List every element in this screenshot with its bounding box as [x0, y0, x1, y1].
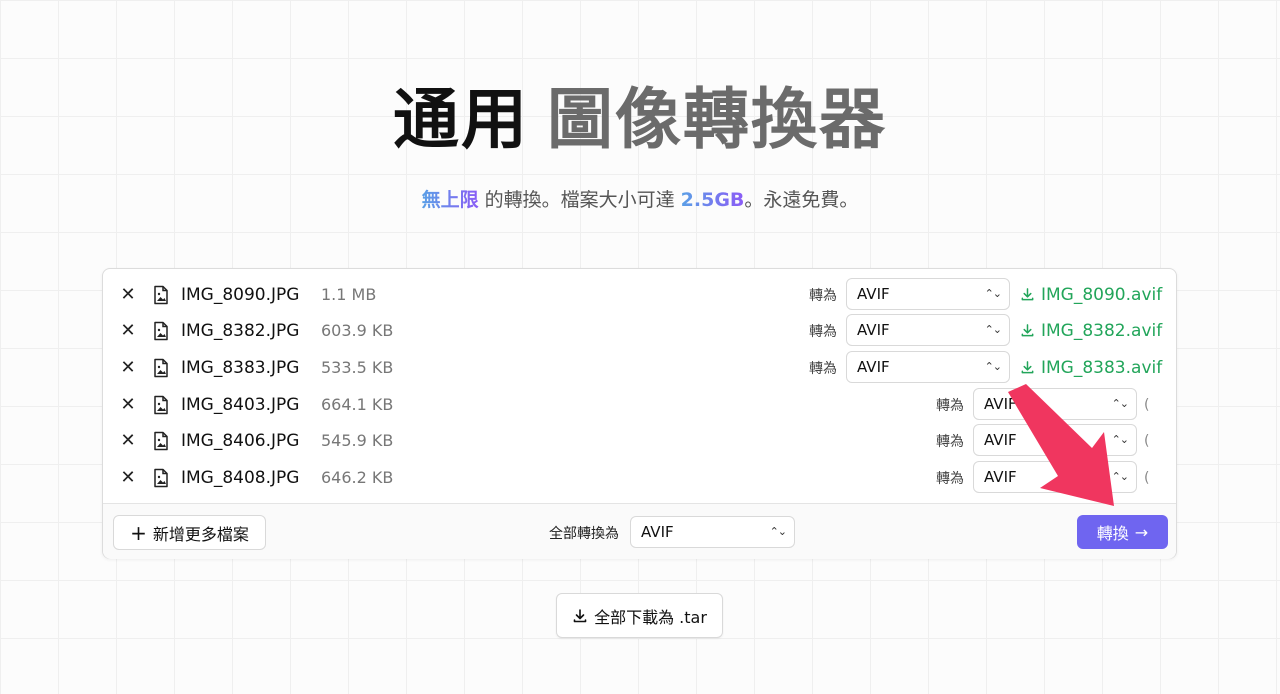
file-row: ✕ IMG_8403.JPG 664.1 KB 轉為 AVIF ⌃⌄ ( — [103, 386, 1178, 423]
card-footer: + 新增更多檔案 全部轉換為 AVIF ⌃⌄ 轉換 → — [103, 503, 1176, 559]
format-select-value: AVIF — [984, 431, 1017, 449]
download-icon — [573, 608, 587, 622]
title-part1: 通用 — [393, 81, 529, 158]
loading-spinner-icon: ( — [1144, 396, 1150, 413]
convert-to-label: 轉為 — [936, 397, 964, 414]
file-name: IMG_8383.JPG — [181, 357, 300, 378]
download-file-name: IMG_8383.avif — [1041, 357, 1163, 378]
convert-to-label: 轉為 — [936, 433, 964, 450]
image-file-icon — [154, 285, 168, 304]
loading-spinner-icon: ( — [1144, 469, 1150, 486]
remove-file-icon[interactable]: ✕ — [119, 285, 137, 304]
download-file-name: IMG_8382.avif — [1041, 320, 1163, 341]
file-size: 603.9 KB — [321, 321, 394, 340]
subtitle-text-end: 。永遠免費。 — [744, 189, 859, 211]
file-name: IMG_8403.JPG — [181, 394, 300, 415]
remove-file-icon[interactable]: ✕ — [119, 395, 137, 414]
remove-file-icon[interactable]: ✕ — [119, 358, 137, 377]
remove-file-icon[interactable]: ✕ — [119, 431, 137, 450]
download-link[interactable]: IMG_8383.avif — [1020, 358, 1162, 378]
page-subtitle: 無上限 的轉換。檔案大小可達 2.5GB。永遠免費。 — [0, 186, 1280, 214]
file-row: ✕ IMG_8408.JPG 646.2 KB 轉為 AVIF ⌃⌄ ( — [103, 459, 1178, 496]
download-icon — [1021, 288, 1034, 301]
convert-button[interactable]: 轉換 → — [1077, 515, 1168, 549]
format-select-value: AVIF — [857, 321, 890, 339]
download-all-label: 全部下載為 .tar — [594, 607, 707, 627]
format-select[interactable]: AVIF ⌃⌄ — [846, 351, 1010, 383]
convert-to-label: 轉為 — [809, 323, 837, 340]
convert-all-format-value: AVIF — [641, 523, 674, 541]
file-size: 664.1 KB — [321, 395, 394, 414]
chevron-up-down-icon: ⌃⌄ — [984, 360, 1002, 373]
download-link[interactable]: IMG_8090.avif — [1020, 285, 1162, 305]
format-select[interactable]: AVIF ⌃⌄ — [846, 314, 1010, 346]
file-row: ✕ IMG_8382.JPG 603.9 KB 轉為 AVIF ⌃⌄ IMG_8… — [103, 312, 1178, 349]
file-name: IMG_8090.JPG — [181, 284, 300, 305]
file-size: 1.1 MB — [321, 285, 377, 304]
chevron-up-down-icon: ⌃⌄ — [1111, 433, 1129, 446]
image-file-icon — [154, 395, 168, 414]
file-size: 545.9 KB — [321, 431, 394, 450]
download-icon — [1021, 324, 1034, 337]
download-file-name: IMG_8090.avif — [1041, 284, 1163, 305]
subtitle-highlight-size: 2.5GB — [680, 189, 745, 211]
file-row: ✕ IMG_8090.JPG 1.1 MB 轉為 AVIF ⌃⌄ IMG_809… — [103, 276, 1178, 313]
download-icon — [1021, 361, 1034, 374]
format-select-value: AVIF — [857, 358, 890, 376]
chevron-up-down-icon: ⌃⌄ — [984, 323, 1002, 336]
convert-all-format-select[interactable]: AVIF ⌃⌄ — [630, 516, 795, 548]
remove-file-icon[interactable]: ✕ — [119, 321, 137, 340]
format-select-value: AVIF — [984, 395, 1017, 413]
remove-file-icon[interactable]: ✕ — [119, 468, 137, 487]
format-select[interactable]: AVIF ⌃⌄ — [973, 388, 1137, 420]
format-select[interactable]: AVIF ⌃⌄ — [846, 278, 1010, 310]
chevron-up-down-icon: ⌃⌄ — [1111, 397, 1129, 410]
convert-to-label: 轉為 — [809, 360, 837, 377]
plus-icon: + — [130, 520, 147, 545]
file-list-card: ✕ IMG_8090.JPG 1.1 MB 轉為 AVIF ⌃⌄ IMG_809… — [102, 268, 1177, 559]
add-more-files-label: 新增更多檔案 — [152, 524, 249, 544]
download-all-tar-button[interactable]: 全部下載為 .tar — [556, 593, 723, 638]
file-size: 533.5 KB — [321, 358, 394, 377]
chevron-up-down-icon: ⌃⌄ — [984, 287, 1002, 300]
convert-to-label: 轉為 — [936, 470, 964, 487]
chevron-up-down-icon: ⌃⌄ — [1111, 470, 1129, 483]
format-select[interactable]: AVIF ⌃⌄ — [973, 424, 1137, 456]
file-name: IMG_8382.JPG — [181, 320, 300, 341]
image-file-icon — [154, 321, 168, 340]
format-select[interactable]: AVIF ⌃⌄ — [973, 461, 1137, 493]
format-select-value: AVIF — [857, 285, 890, 303]
subtitle-text: 的轉換。檔案大小可達 — [478, 189, 681, 211]
arrow-right-icon: → — [1134, 522, 1149, 542]
add-more-files-button[interactable]: + 新增更多檔案 — [113, 515, 266, 550]
page-title: 通用 圖像轉換器 — [0, 84, 1280, 156]
file-row: ✕ IMG_8383.JPG 533.5 KB 轉為 AVIF ⌃⌄ IMG_8… — [103, 349, 1178, 386]
file-size: 646.2 KB — [321, 468, 394, 487]
title-part2: 圖像轉換器 — [547, 81, 887, 158]
file-name: IMG_8406.JPG — [181, 430, 300, 451]
download-link[interactable]: IMG_8382.avif — [1020, 321, 1162, 341]
convert-to-label: 轉為 — [809, 287, 837, 304]
image-file-icon — [154, 468, 168, 487]
image-file-icon — [154, 358, 168, 377]
subtitle-highlight-unlimited: 無上限 — [421, 189, 479, 211]
loading-spinner-icon: ( — [1144, 432, 1150, 449]
format-select-value: AVIF — [984, 468, 1017, 486]
image-file-icon — [154, 431, 168, 450]
file-name: IMG_8408.JPG — [181, 467, 300, 488]
chevron-up-down-icon: ⌃⌄ — [769, 525, 787, 538]
file-row: ✕ IMG_8406.JPG 545.9 KB 轉為 AVIF ⌃⌄ ( — [103, 422, 1178, 459]
convert-all-label: 全部轉換為 — [549, 526, 619, 542]
convert-button-label: 轉換 — [1096, 524, 1129, 543]
